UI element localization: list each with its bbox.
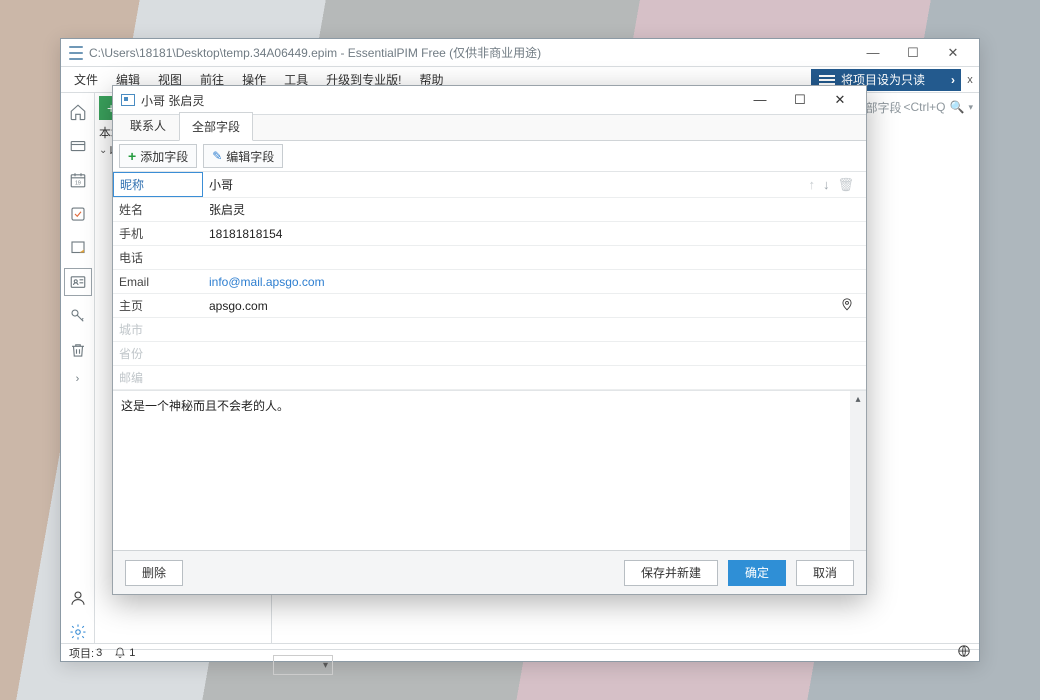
statusbar: 项目: 3 1 bbox=[61, 643, 979, 661]
chevron-right-icon: › bbox=[951, 73, 955, 87]
sidebar: 19 › bbox=[61, 93, 95, 643]
contact-dialog: 小哥 张启灵 — ☐ ✕ 联系人 全部字段 +添加字段 ✎编辑字段 昵称小哥↑↓… bbox=[112, 85, 867, 595]
field-label: 手机 bbox=[113, 222, 203, 245]
field-value[interactable]: 小哥↑↓🗑 bbox=[203, 173, 866, 196]
field-row[interactable]: 昵称小哥↑↓🗑 bbox=[113, 172, 866, 198]
arrow-up-icon[interactable]: ↑ bbox=[808, 177, 815, 193]
field-value[interactable] bbox=[203, 375, 866, 381]
nav-trash-icon[interactable] bbox=[67, 339, 89, 361]
field-row[interactable]: 手机18181818154 bbox=[113, 222, 866, 246]
edit-field-button[interactable]: ✎ 编辑字段 bbox=[203, 144, 283, 168]
dialog-title: 小哥 张启灵 bbox=[141, 92, 204, 109]
menu-file[interactable]: 文件 bbox=[65, 67, 107, 93]
nav-task-icon[interactable] bbox=[67, 203, 89, 225]
bell-icon bbox=[114, 647, 126, 659]
nav-note-icon[interactable] bbox=[67, 237, 89, 259]
promo-icon bbox=[819, 75, 835, 85]
delete-button[interactable]: 删除 bbox=[125, 560, 183, 586]
field-row[interactable]: Emailinfo@mail.apsgo.com bbox=[113, 270, 866, 294]
status-items-label: 项目: bbox=[69, 645, 94, 661]
nav-home-icon[interactable] bbox=[67, 101, 89, 123]
field-row[interactable]: 城市 bbox=[113, 318, 866, 342]
field-value[interactable]: info@mail.apsgo.com bbox=[203, 272, 866, 292]
field-label: 昵称 bbox=[113, 172, 203, 197]
location-pin-icon[interactable] bbox=[840, 297, 860, 314]
note-text: 这是一个神秘而且不会老的人。 bbox=[121, 399, 289, 413]
fields-list: 昵称小哥↑↓🗑姓名张启灵手机18181818154电话Emailinfo@mai… bbox=[113, 171, 866, 390]
field-label: 主页 bbox=[113, 294, 203, 317]
dialog-minimize-button[interactable]: — bbox=[740, 92, 780, 108]
dialog-titlebar: 小哥 张启灵 — ☐ ✕ bbox=[113, 86, 866, 114]
field-row[interactable]: 主页apsgo.com bbox=[113, 294, 866, 318]
field-value[interactable] bbox=[203, 255, 866, 261]
plus-icon: + bbox=[128, 148, 136, 164]
search-shortcut: <Ctrl+Q bbox=[904, 100, 946, 114]
dialog-toolbar: +添加字段 ✎ 编辑字段 bbox=[113, 141, 866, 171]
tab-contact[interactable]: 联系人 bbox=[117, 111, 179, 140]
caret-down-icon: ⌄ bbox=[99, 145, 107, 156]
nav-card-icon[interactable] bbox=[67, 135, 89, 157]
globe-icon[interactable] bbox=[957, 644, 971, 661]
titlebar: C:\Users\18181\Desktop\temp.34A06449.epi… bbox=[61, 39, 979, 67]
field-reorder-tools: ↑ ↓ 🗑 bbox=[808, 177, 860, 193]
svg-text:19: 19 bbox=[75, 181, 81, 187]
field-row[interactable]: 省份 bbox=[113, 342, 866, 366]
field-label: 城市 bbox=[113, 318, 203, 341]
note-area[interactable]: 这是一个神秘而且不会老的人。 ▴ bbox=[113, 390, 866, 550]
add-field-label: 添加字段 bbox=[140, 148, 188, 165]
minimize-button[interactable]: — bbox=[853, 40, 893, 66]
search-icon: 🔍 bbox=[950, 100, 965, 114]
field-label: 邮编 bbox=[113, 366, 203, 389]
nav-password-icon[interactable] bbox=[67, 305, 89, 327]
field-row[interactable]: 姓名张启灵 bbox=[113, 198, 866, 222]
search-area[interactable]: 全部字段 <Ctrl+Q 🔍 ▾ bbox=[853, 95, 979, 119]
trash-icon[interactable]: 🗑 bbox=[837, 177, 854, 193]
field-value[interactable]: 张启灵 bbox=[203, 198, 866, 221]
tab-all-fields[interactable]: 全部字段 bbox=[179, 112, 253, 141]
maximize-button[interactable]: ☐ bbox=[893, 40, 933, 66]
dialog-maximize-button[interactable]: ☐ bbox=[780, 92, 820, 108]
save-and-new-button[interactable]: 保存并新建 bbox=[624, 560, 718, 586]
edit-field-label: 编辑字段 bbox=[226, 148, 274, 165]
dialog-close-button[interactable]: ✕ bbox=[820, 92, 860, 108]
ok-button[interactable]: 确定 bbox=[728, 560, 786, 586]
field-value[interactable] bbox=[203, 351, 866, 357]
field-label: 电话 bbox=[113, 246, 203, 269]
arrow-down-icon[interactable]: ↓ bbox=[823, 177, 830, 193]
status-alerts[interactable]: 1 bbox=[114, 647, 135, 659]
status-items-count: 3 bbox=[96, 647, 102, 659]
field-row[interactable]: 电话 bbox=[113, 246, 866, 270]
nav-settings-icon[interactable] bbox=[67, 621, 89, 643]
add-field-button[interactable]: +添加字段 bbox=[119, 144, 197, 168]
field-label: 省份 bbox=[113, 342, 203, 365]
close-button[interactable]: ✕ bbox=[933, 40, 973, 66]
pen-icon: ✎ bbox=[212, 149, 222, 163]
note-scrollbar[interactable]: ▴ bbox=[850, 391, 866, 550]
field-label: 姓名 bbox=[113, 198, 203, 221]
field-value[interactable]: 18181818154 bbox=[203, 224, 866, 244]
chevron-down-icon: ▾ bbox=[968, 102, 973, 113]
scroll-up-icon: ▴ bbox=[850, 391, 866, 407]
field-label: Email bbox=[113, 272, 203, 292]
cancel-button[interactable]: 取消 bbox=[796, 560, 854, 586]
nav-contacts-icon[interactable] bbox=[67, 271, 89, 293]
sidebar-expand-icon[interactable]: › bbox=[76, 373, 80, 385]
field-row[interactable]: 邮编 bbox=[113, 366, 866, 390]
status-alerts-count: 1 bbox=[129, 647, 135, 659]
field-value[interactable] bbox=[203, 327, 866, 333]
dialog-tabs: 联系人 全部字段 bbox=[113, 115, 866, 141]
dialog-footer: 删除 保存并新建 确定 取消 bbox=[113, 550, 866, 594]
nav-user-icon[interactable] bbox=[67, 587, 89, 609]
app-icon bbox=[69, 46, 83, 60]
field-value[interactable]: apsgo.com bbox=[203, 294, 866, 317]
window-title: C:\Users\18181\Desktop\temp.34A06449.epi… bbox=[89, 44, 541, 61]
contact-card-icon bbox=[121, 94, 135, 106]
promo-close-button[interactable]: x bbox=[961, 74, 979, 86]
nav-calendar-icon[interactable]: 19 bbox=[67, 169, 89, 191]
